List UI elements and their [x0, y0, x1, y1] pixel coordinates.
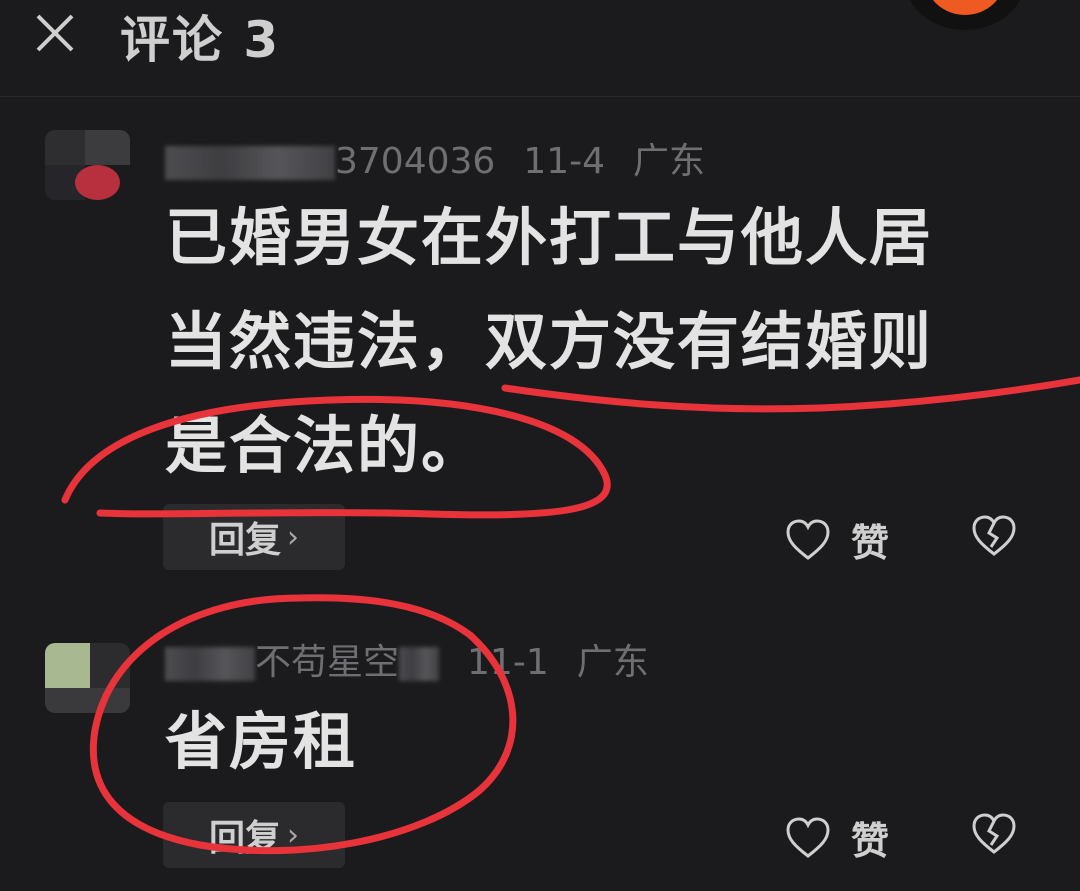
like-label: 赞: [851, 521, 890, 565]
heart-icon: [786, 816, 830, 858]
comment-text-line: 当然违法，双方没有结婚则: [165, 305, 934, 378]
heart-icon: [786, 518, 830, 560]
chevron-right-icon: ›: [287, 817, 299, 853]
avatar[interactable]: [45, 130, 130, 200]
like-button[interactable]: 赞: [785, 810, 889, 865]
comments-screen: 评论 3 3704036 11-4 广东 已婚男女在外打工与他人居 当然违法，双方没…: [0, 0, 1080, 891]
broken-heart-icon: [972, 813, 1016, 854]
close-button[interactable]: [30, 8, 80, 58]
comment-date: 11-1: [467, 642, 549, 683]
like-button[interactable]: 赞: [785, 512, 889, 567]
comment-location: 广东: [633, 141, 706, 182]
username: 不苟星空: [255, 642, 400, 683]
close-icon: [36, 14, 74, 52]
avatar[interactable]: [45, 643, 130, 713]
page-title: 评论 3: [120, 11, 281, 69]
comment-meta: 3704036 11-4 广东: [165, 132, 705, 184]
comment-text-line: 省房租: [165, 705, 358, 778]
username: 3704036: [335, 141, 496, 182]
username-redacted: [399, 647, 440, 681]
reply-button[interactable]: 回复 ›: [163, 802, 345, 868]
reply-button[interactable]: 回复 ›: [163, 504, 345, 570]
comment-date: 11-4: [523, 141, 606, 182]
comment-text-line: 是合法的。: [165, 409, 486, 482]
reply-label: 回复: [208, 520, 281, 561]
comment-location: 广东: [576, 642, 649, 683]
comment-text: 已婚男女在外打工与他人居 当然违法，双方没有结婚则 是合法的。: [165, 186, 1045, 498]
comment-meta: 不苟星空 11-1 广东: [165, 633, 649, 685]
broken-heart-icon: [972, 515, 1016, 556]
comments-header: 评论 3: [0, 0, 1080, 97]
username-redacted: [165, 146, 335, 180]
comment-text: 省房租: [165, 690, 1045, 794]
chevron-right-icon: ›: [287, 519, 299, 555]
dislike-button[interactable]: [970, 514, 1018, 562]
comment-text-line: 已婚男女在外打工与他人居: [165, 201, 934, 274]
like-label: 赞: [851, 819, 890, 863]
username-redacted: [165, 647, 255, 681]
reply-label: 回复: [208, 818, 281, 859]
dislike-button[interactable]: [970, 812, 1018, 860]
